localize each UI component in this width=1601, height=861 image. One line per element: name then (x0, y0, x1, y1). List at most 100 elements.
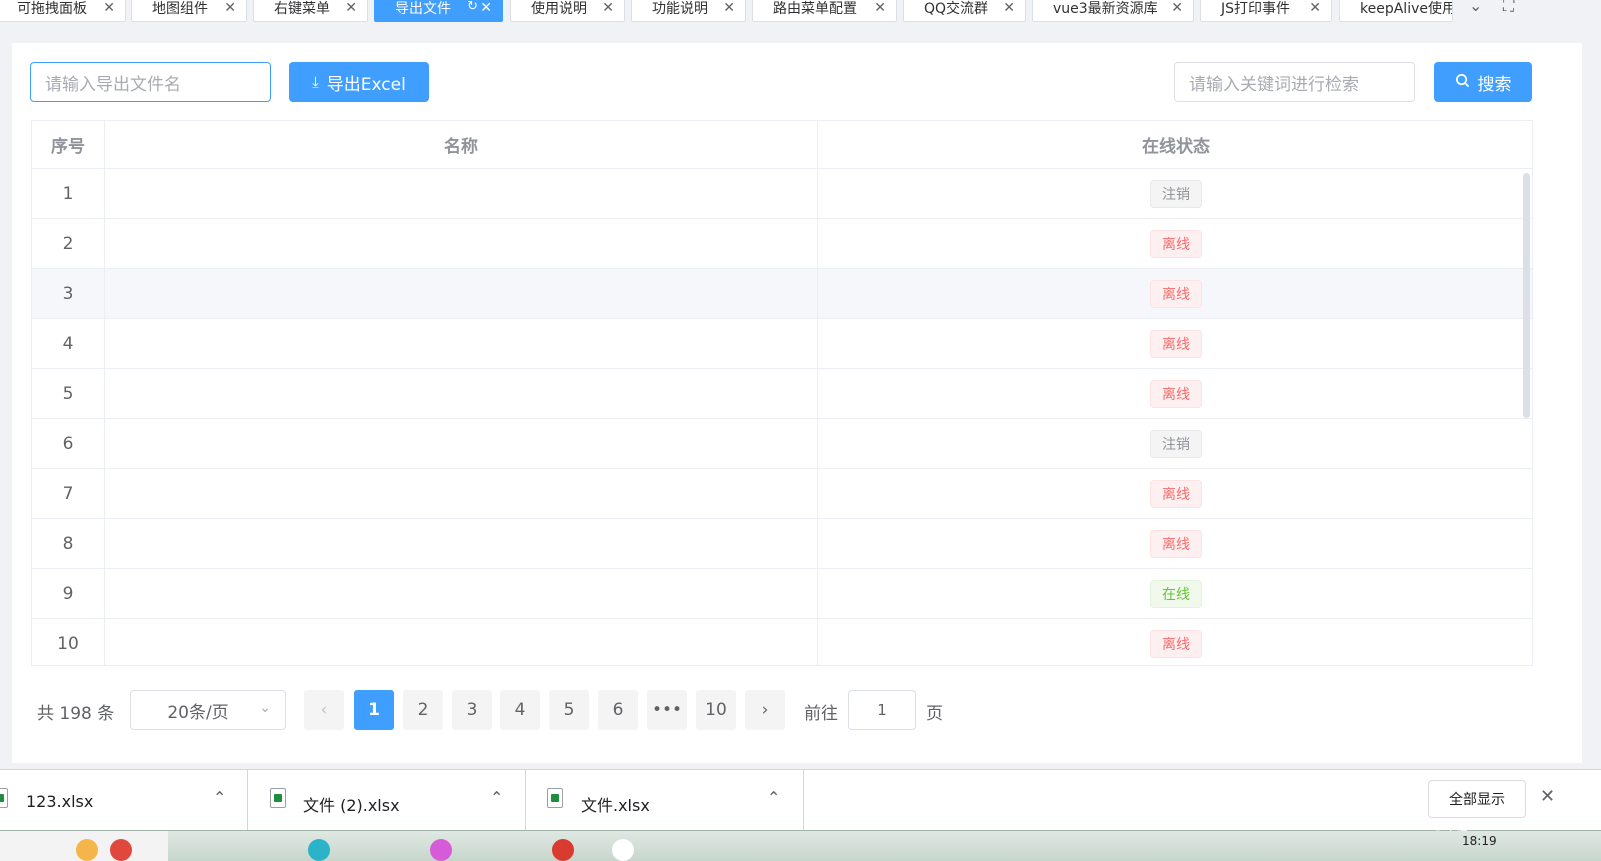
downloads-bar: 123.xlsx ⌃ 文件 (2).xlsx ⌃ 文件.xlsx ⌃ 全部显示 … (0, 769, 1601, 831)
close-icon[interactable]: ✕ (345, 0, 357, 16)
app-icon[interactable] (76, 839, 98, 861)
table-scrollbar[interactable] (1523, 173, 1530, 418)
tab-usage-guide[interactable]: 使用说明 ✕ (510, 0, 625, 22)
close-icon[interactable]: ✕ (874, 0, 886, 16)
cell-index: 3 (32, 269, 105, 318)
cell-name (105, 169, 818, 218)
fullscreen-icon[interactable]: ⛶ (1503, 0, 1514, 16)
goto-page-input[interactable]: 1 (848, 690, 916, 730)
page-number-button[interactable]: 3 (452, 690, 492, 730)
status-badge: 离线 (1150, 529, 1202, 558)
cell-name (105, 569, 818, 618)
close-icon[interactable]: ✕ (224, 0, 236, 16)
close-icon[interactable]: ✕ (1003, 0, 1015, 16)
tab-js-print[interactable]: JS打印事件 ✕ (1200, 0, 1332, 22)
main-card: 请输入导出文件名 ⤓ 导出Excel 请输入关键词进行检索 搜索 序号 名称 在… (12, 43, 1582, 763)
column-header-index[interactable]: 序号 (32, 121, 105, 168)
excel-file-icon (0, 788, 8, 808)
close-icon[interactable]: ✕ (480, 0, 492, 16)
cell-index: 2 (32, 219, 105, 268)
table-row[interactable]: 1 注销 (32, 169, 1532, 219)
table-row[interactable]: 3 离线 (32, 269, 1532, 319)
page-number-button[interactable]: 10 (696, 690, 736, 730)
cell-status: 离线 (818, 219, 1532, 268)
search-placeholder: 请输入关键词进行检索 (1189, 74, 1359, 95)
close-icon[interactable]: ✕ (723, 0, 735, 16)
cell-index: 7 (32, 469, 105, 518)
download-filename: 文件.xlsx (581, 796, 650, 815)
tab-label: 路由菜单配置 (773, 1, 857, 17)
page-number-button[interactable]: 5 (549, 690, 589, 730)
app-icon[interactable] (612, 839, 634, 861)
cell-name (105, 419, 818, 468)
chevron-up-icon[interactable]: ⌃ (767, 788, 780, 807)
table-row[interactable]: 6 注销 (32, 419, 1532, 469)
tab-feature-guide[interactable]: 功能说明 ✕ (631, 0, 746, 22)
cell-index: 4 (32, 319, 105, 368)
download-item[interactable]: 文件.xlsx ⌃ (526, 770, 804, 831)
column-header-status[interactable]: 在线状态 (818, 121, 1532, 168)
page-number-button[interactable]: 1 (354, 690, 394, 730)
table-row[interactable]: 5 离线 (32, 369, 1532, 419)
tab-keepalive[interactable]: keepAlive使用 (1339, 0, 1453, 22)
close-icon[interactable]: ✕ (103, 0, 115, 16)
download-icon: ⤓ (312, 73, 319, 91)
search-input[interactable]: 请输入关键词进行检索 (1174, 62, 1415, 102)
table-row[interactable]: 9 在线 (32, 569, 1532, 619)
search-button[interactable]: 搜索 (1434, 62, 1532, 102)
tab-draggable-panel[interactable]: 可拖拽面板 ✕ (0, 0, 126, 22)
more-pages-button[interactable]: ••• (647, 690, 687, 730)
page-number-button[interactable]: 6 (598, 690, 638, 730)
cell-index: 8 (32, 519, 105, 568)
show-all-button[interactable]: 全部显示 (1428, 780, 1526, 818)
export-filename-input[interactable]: 请输入导出文件名 (30, 62, 271, 102)
chevron-up-icon[interactable]: ⌃ (213, 788, 226, 807)
pagination-total: 共 198 条 (37, 704, 115, 724)
column-header-name[interactable]: 名称 (105, 121, 818, 168)
tab-qq-group[interactable]: QQ交流群 ✕ (903, 0, 1026, 22)
close-icon[interactable]: ✕ (602, 0, 614, 16)
cell-index: 1 (32, 169, 105, 218)
tab-map-component[interactable]: 地图组件 ✕ (131, 0, 247, 22)
download-item[interactable]: 123.xlsx ⌃ (0, 770, 248, 831)
app-icon[interactable] (308, 839, 330, 861)
table-row[interactable]: 2 离线 (32, 219, 1532, 269)
app-icon[interactable] (110, 839, 132, 861)
download-item[interactable]: 文件 (2).xlsx ⌃ (248, 770, 526, 831)
app-icon[interactable] (552, 839, 574, 861)
cell-status: 离线 (818, 319, 1532, 368)
prev-page-button[interactable]: ‹ (304, 690, 344, 730)
tab-label: vue3最新资源库 (1053, 1, 1158, 17)
page-number-button[interactable]: 4 (500, 690, 540, 730)
cell-name (105, 369, 818, 418)
tab-route-menu-config[interactable]: 路由菜单配置 ✕ (752, 0, 897, 22)
table-row[interactable]: 10 离线 (32, 619, 1532, 665)
close-icon[interactable]: ✕ (1540, 786, 1555, 807)
tab-label: keepAlive使用 (1360, 1, 1453, 17)
tab-export-file[interactable]: 导出文件 ↻ ✕ (374, 0, 503, 22)
chevron-up-icon[interactable]: ⌃ (490, 788, 503, 807)
download-filename: 123.xlsx (26, 792, 94, 811)
page-number-button[interactable]: 2 (403, 690, 443, 730)
table-row[interactable]: 8 离线 (32, 519, 1532, 569)
close-icon[interactable]: ✕ (1309, 0, 1321, 16)
app-icon[interactable] (430, 839, 452, 861)
page-size-select[interactable]: 20条/页 ⌄ (130, 690, 286, 730)
export-excel-button[interactable]: ⤓ 导出Excel (289, 62, 429, 102)
table-row[interactable]: 4 离线 (32, 319, 1532, 369)
refresh-icon[interactable]: ↻ (467, 0, 478, 14)
tab-label: 功能说明 (652, 1, 708, 17)
next-page-button[interactable]: › (745, 690, 785, 730)
download-filename: 文件 (2).xlsx (303, 796, 400, 815)
chevron-down-icon[interactable]: ⌄ (1469, 0, 1482, 15)
tab-vue3-resources[interactable]: vue3最新资源库 ✕ (1032, 0, 1194, 22)
tab-label: JS打印事件 (1221, 1, 1291, 17)
table-row[interactable]: 7 离线 (32, 469, 1532, 519)
taskbar-clock: 18:19 (1462, 834, 1497, 848)
close-icon[interactable]: ✕ (1171, 0, 1183, 16)
status-badge: 离线 (1150, 629, 1202, 658)
tab-context-menu[interactable]: 右键菜单 ✕ (253, 0, 368, 22)
status-badge: 在线 (1150, 579, 1202, 608)
search-icon (1455, 73, 1470, 92)
goto-suffix: 页 (926, 704, 943, 724)
